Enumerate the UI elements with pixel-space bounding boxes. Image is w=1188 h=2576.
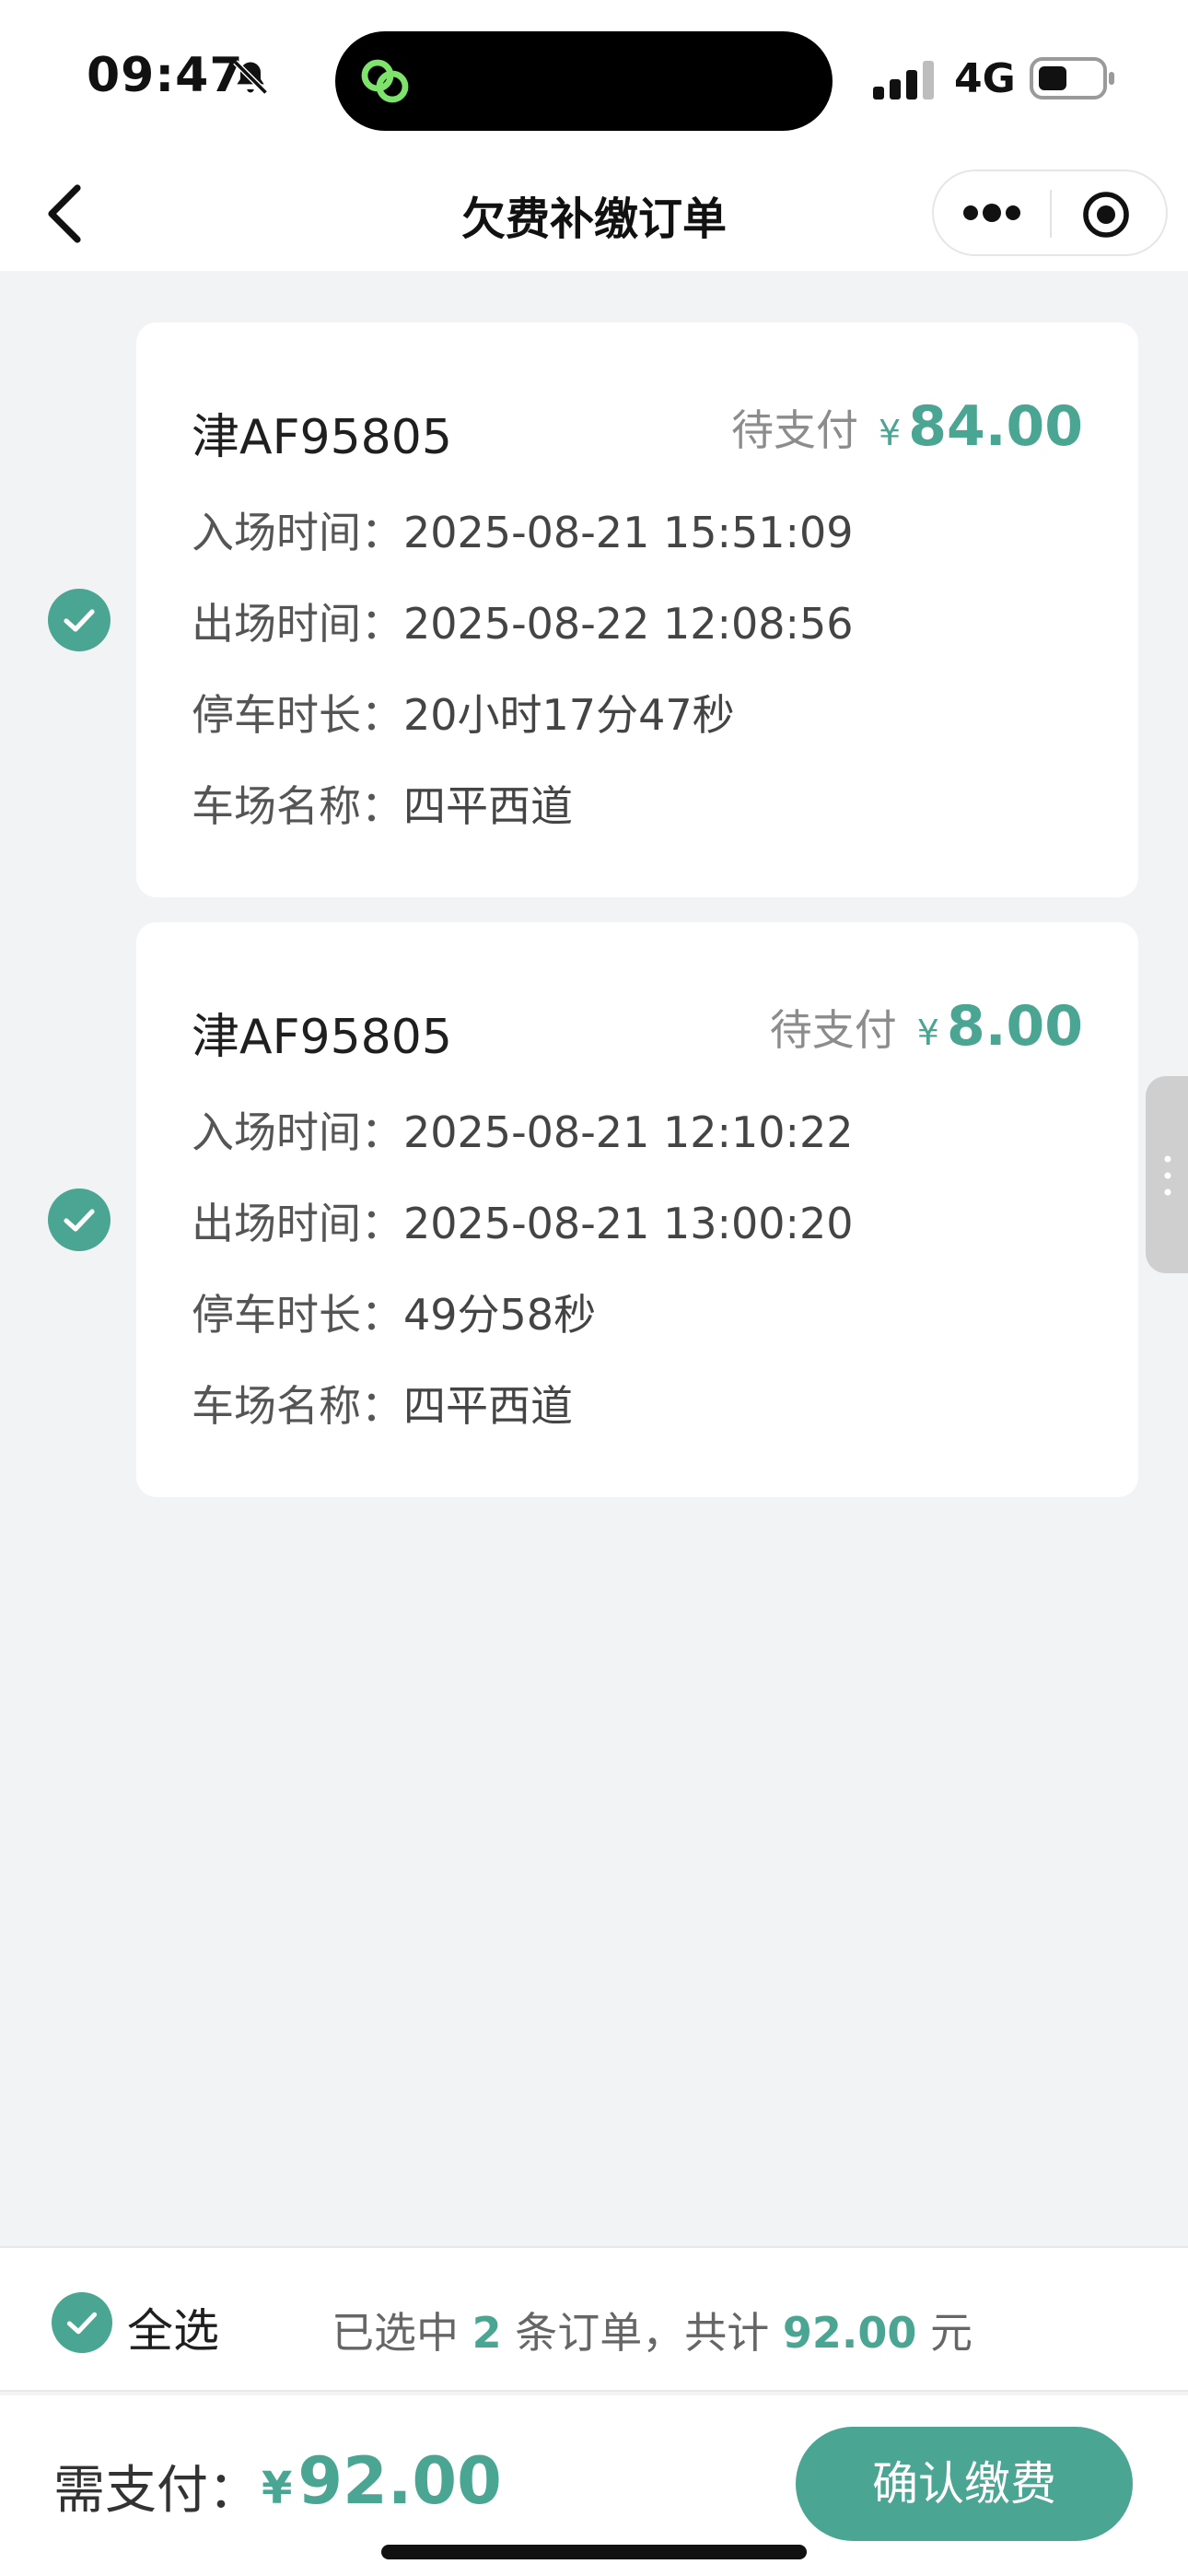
- entry-time-row: 入场时间：2025-08-21 12:10:22: [192, 1099, 854, 1160]
- home-indicator: [381, 2545, 807, 2559]
- pay-amount-value: 92.00: [297, 2443, 502, 2519]
- nav-bar: 欠费补缴订单: [0, 157, 1188, 271]
- duration-label: 停车时长：: [192, 1290, 403, 1340]
- duration-row: 停车时长：49分58秒: [192, 1282, 596, 1342]
- exit-time-value: 2025-08-21 13:00:20: [403, 1199, 854, 1248]
- exit-time-row: 出场时间：2025-08-22 12:08:56: [192, 591, 854, 651]
- duration-value: 20小时17分47秒: [403, 690, 735, 740]
- battery-icon: [1030, 57, 1114, 100]
- order-card[interactable]: 津AF95805 待支付 ¥ 8.00 入场时间：2025-08-21 12:1…: [136, 922, 1138, 1497]
- chat-link-icon: [361, 59, 409, 103]
- dynamic-island: [335, 31, 833, 131]
- order-amount: 8.00: [946, 994, 1083, 1059]
- entry-time-value: 2025-08-21 15:51:09: [403, 508, 854, 557]
- order-checkbox-checked[interactable]: [48, 1188, 111, 1251]
- pay-label: 需支付：: [53, 2461, 260, 2521]
- order-checkbox-checked[interactable]: [48, 589, 111, 651]
- selected-count: 2: [472, 2308, 502, 2358]
- parking-lot-value: 四平西道: [403, 1381, 573, 1431]
- currency-symbol: ¥: [916, 1013, 939, 1053]
- select-all-bar: 全选 已选中 2 条订单，共计 92.00 元: [0, 2246, 1188, 2392]
- parking-lot-label: 车场名称：: [192, 1381, 403, 1431]
- entry-time-value: 2025-08-21 12:10:22: [403, 1107, 854, 1157]
- duration-label: 停车时长：: [192, 690, 403, 740]
- summary-suffix: 元: [916, 2308, 973, 2358]
- bell-slash-icon: [233, 60, 268, 95]
- order-amount-group: 待支付 ¥ 84.00: [731, 394, 1083, 459]
- vertical-dots-icon: [1164, 1155, 1171, 1196]
- parking-lot-row: 车场名称：四平西道: [192, 773, 573, 834]
- status-badge: 待支付: [769, 1005, 897, 1055]
- confirm-payment-button[interactable]: 确认缴费: [796, 2427, 1133, 2541]
- selection-summary: 已选中 2 条订单，共计 92.00 元: [332, 2300, 973, 2360]
- entry-time-label: 入场时间：: [192, 508, 403, 557]
- summary-prefix: 已选中: [332, 2308, 472, 2358]
- status-time: 09:47: [87, 48, 244, 103]
- parking-lot-label: 车场名称：: [192, 781, 403, 831]
- select-all-label[interactable]: 全选: [127, 2294, 219, 2360]
- status-badge: 待支付: [731, 405, 859, 455]
- duration-value: 49分58秒: [403, 1290, 597, 1340]
- mini-program-capsule: [932, 170, 1168, 256]
- network-type: 4G: [954, 55, 1016, 102]
- status-bar: 09:47 4G: [0, 0, 1188, 157]
- duration-row: 停车时长：20小时17分47秒: [192, 682, 735, 743]
- order-amount-group: 待支付 ¥ 8.00: [770, 994, 1083, 1059]
- currency-symbol: ¥: [262, 2463, 293, 2514]
- currency-symbol: ¥: [879, 413, 902, 453]
- order-card[interactable]: 津AF95805 待支付 ¥ 84.00 入场时间：2025-08-21 15:…: [136, 322, 1138, 897]
- order-amount: 84.00: [908, 394, 1083, 459]
- more-dots-icon[interactable]: [961, 192, 1022, 234]
- exit-time-row: 出场时间：2025-08-21 13:00:20: [192, 1190, 854, 1251]
- select-all-checkbox-checked[interactable]: [52, 2292, 112, 2353]
- plate-number: 津AF95805: [192, 1010, 452, 1065]
- close-circle-icon[interactable]: [1081, 190, 1131, 240]
- parking-lot-row: 车场名称：四平西道: [192, 1373, 573, 1434]
- exit-time-label: 出场时间：: [192, 599, 403, 649]
- floating-side-handle[interactable]: [1146, 1076, 1188, 1273]
- signal-icon: [873, 61, 934, 100]
- plate-number: 津AF95805: [192, 410, 452, 465]
- parking-lot-value: 四平西道: [403, 781, 573, 831]
- summary-middle: 条订单，共计: [501, 2308, 783, 2358]
- capsule-divider: [1050, 190, 1052, 238]
- selected-total: 92.00: [782, 2308, 917, 2358]
- exit-time-label: 出场时间：: [192, 1199, 403, 1248]
- entry-time-label: 入场时间：: [192, 1107, 403, 1157]
- pay-total: ¥92.00: [262, 2443, 502, 2519]
- exit-time-value: 2025-08-22 12:08:56: [403, 599, 854, 649]
- entry-time-row: 入场时间：2025-08-21 15:51:09: [192, 499, 854, 560]
